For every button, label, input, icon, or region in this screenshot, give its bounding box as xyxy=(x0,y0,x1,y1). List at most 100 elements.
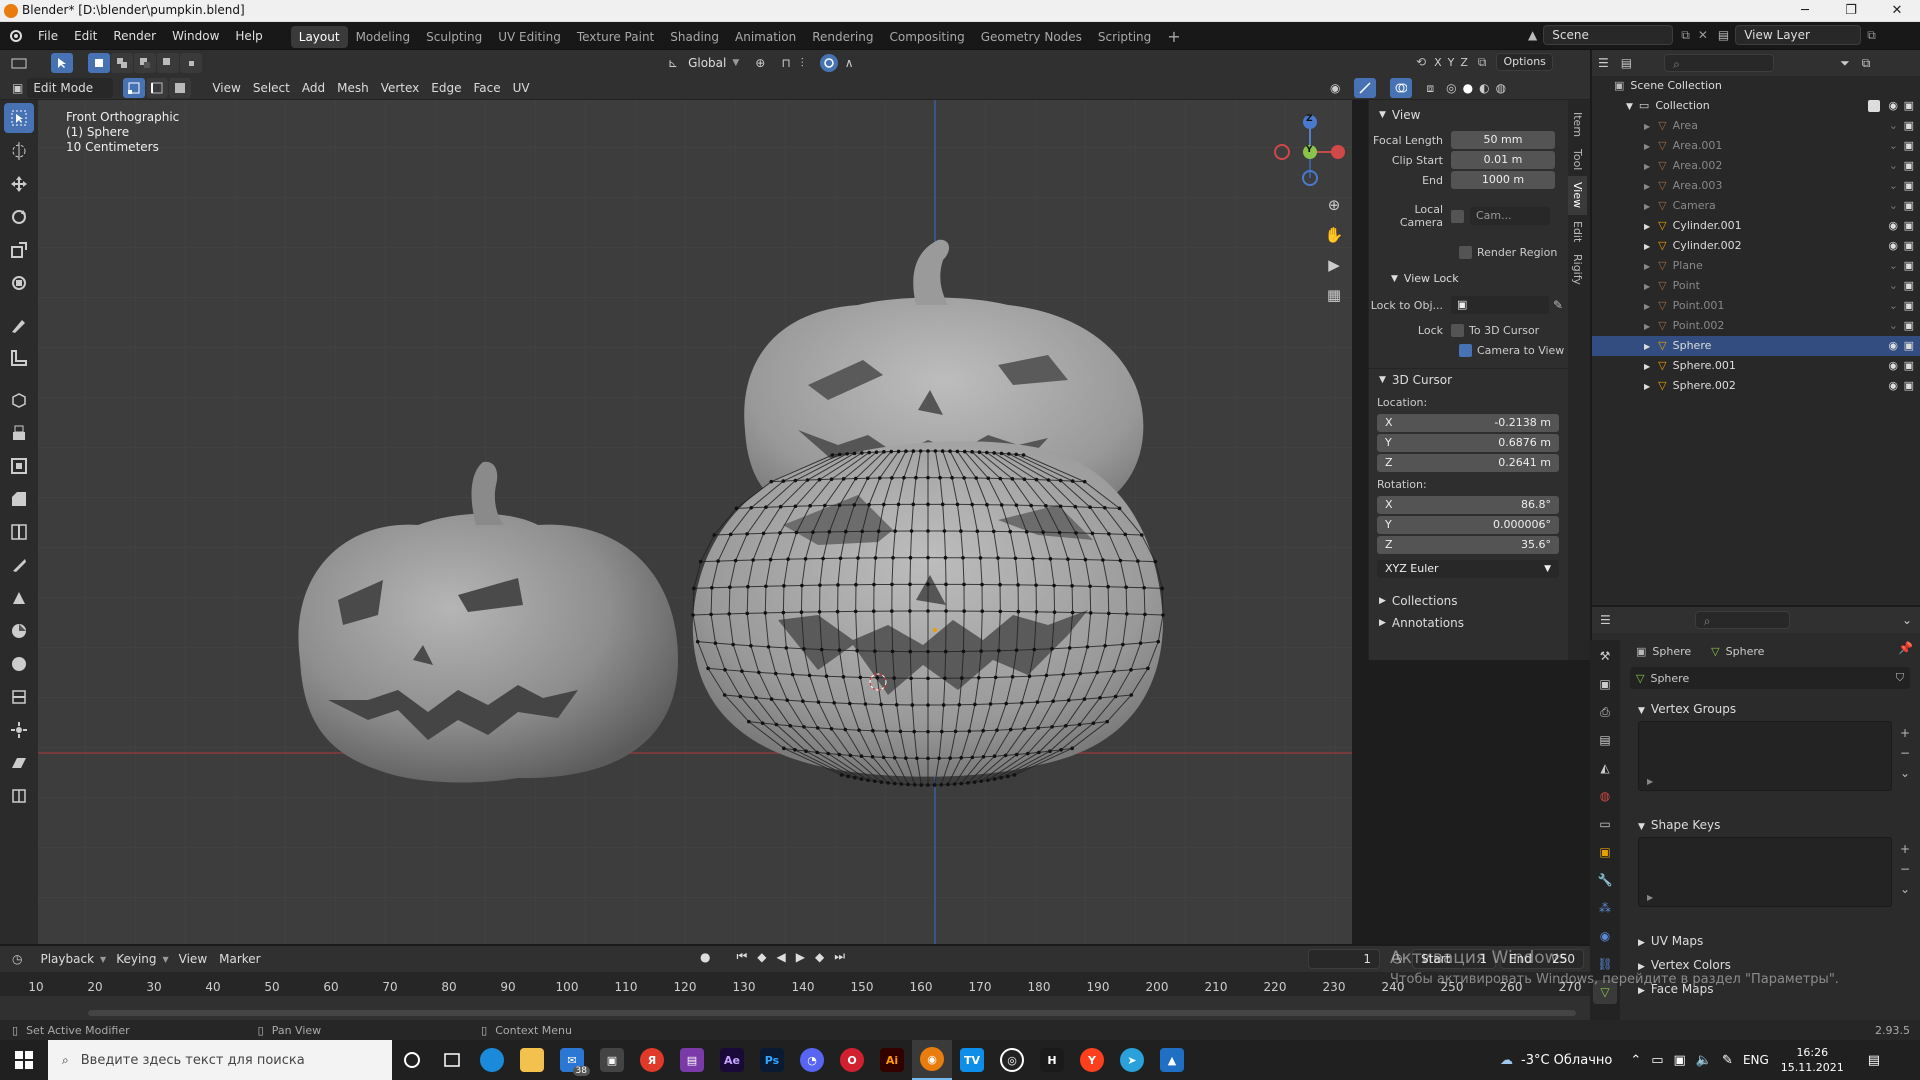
tab-compositing[interactable]: Compositing xyxy=(881,26,972,48)
outliner-item[interactable]: ▶ ▽ Point.002 ⌄ ▣ xyxy=(1592,316,1920,336)
expand-arrow-icon[interactable]: ▶ xyxy=(1644,162,1650,171)
menu-uv[interactable]: UV xyxy=(507,78,536,98)
new-view-layer-icon[interactable]: ⧉ xyxy=(1867,28,1876,43)
photoshop-icon[interactable]: Ps xyxy=(752,1040,792,1080)
expand-arrow-icon[interactable]: ▶ xyxy=(1644,302,1650,311)
face-select-icon[interactable] xyxy=(169,77,192,98)
annotations-panel-header[interactable]: ▶ Annotations xyxy=(1369,612,1568,634)
tab-shading[interactable]: Shading xyxy=(662,26,727,48)
menu-select[interactable]: Select xyxy=(247,78,296,98)
discord-icon[interactable]: ◔ xyxy=(792,1040,832,1080)
render-camera-icon[interactable]: ▣ xyxy=(1904,276,1914,296)
menu-add[interactable]: Add xyxy=(296,78,331,98)
render-camera-icon[interactable]: ▣ xyxy=(1904,236,1914,256)
outliner-item[interactable]: ▶ ▽ Area.002 ⌄ ▣ xyxy=(1592,156,1920,176)
render-camera-icon[interactable]: ▣ xyxy=(1904,316,1914,336)
timeline-scrollbar[interactable] xyxy=(88,1010,1576,1016)
tab-rigify[interactable]: Rigify xyxy=(1568,248,1587,291)
teamviewer-icon[interactable]: TV xyxy=(952,1040,992,1080)
after-effects-icon[interactable]: Ae xyxy=(712,1040,752,1080)
clock[interactable]: 16:26 15.11.2021 xyxy=(1781,1045,1844,1075)
expand-arrow-icon[interactable]: ▶ xyxy=(1644,382,1650,391)
tab-modeling[interactable]: Modeling xyxy=(348,26,419,48)
tab-uv-editing[interactable]: UV Editing xyxy=(490,26,569,48)
render-camera-icon[interactable]: ▣ xyxy=(1904,216,1914,236)
render-camera-icon[interactable]: ▣ xyxy=(1904,296,1914,316)
local-camera-field[interactable]: Cam... xyxy=(1470,207,1550,225)
tab-rendering[interactable]: Rendering xyxy=(804,26,881,48)
render-camera-icon[interactable]: ▣ xyxy=(1904,136,1914,156)
proportional-editing-icon[interactable] xyxy=(819,54,838,72)
tab-item[interactable]: Item xyxy=(1568,106,1587,143)
tab-edit[interactable]: Edit xyxy=(1568,215,1587,248)
menu-file[interactable]: File xyxy=(30,22,66,50)
ortho-grid-icon[interactable]: ▦ xyxy=(1322,286,1346,316)
outliner-search-input[interactable]: ⌕ xyxy=(1664,54,1775,72)
collection-checkbox[interactable] xyxy=(1868,100,1880,112)
visibility-eye-icon[interactable]: ⌄ xyxy=(1889,276,1898,296)
select-tool-icon[interactable] xyxy=(4,103,34,133)
outliner-item[interactable]: ▶ ▽ Sphere ◉ ▣ xyxy=(1592,336,1920,356)
outliner-item[interactable]: ▶ ▽ Camera ⌄ ▣ xyxy=(1592,196,1920,216)
cursor-rotation-x[interactable]: X 86.8° xyxy=(1377,496,1559,514)
fake-user-shield-icon[interactable]: ⛉ xyxy=(1896,671,1904,685)
render-camera-icon[interactable]: ▣ xyxy=(1904,116,1914,136)
jump-end-icon[interactable]: ⏭ xyxy=(834,949,845,964)
expand-arrow-icon[interactable]: ▶ xyxy=(1644,202,1650,211)
tab-geometry-nodes[interactable]: Geometry Nodes xyxy=(973,26,1090,48)
eyedropper-icon[interactable]: ✎ xyxy=(1553,298,1563,312)
outliner-item[interactable]: ▶ ▽ Plane ⌄ ▣ xyxy=(1592,256,1920,276)
render-camera-icon[interactable]: ▣ xyxy=(1904,196,1914,216)
menu-face[interactable]: Face xyxy=(467,78,506,98)
keying-menu[interactable]: Keying xyxy=(110,949,162,969)
delete-scene-icon[interactable]: ✕ xyxy=(1698,28,1708,42)
visibility-eye-icon[interactable]: ⌄ xyxy=(1889,116,1898,136)
tab-view[interactable]: View xyxy=(1568,176,1587,215)
add-vertex-group-icon[interactable]: + xyxy=(1900,723,1910,743)
cursor-location-y[interactable]: Y 0.6876 m xyxy=(1377,434,1559,452)
viewport-canvas[interactable] xyxy=(38,100,1352,944)
add-workspace-button[interactable]: + xyxy=(1159,26,1188,48)
menu-edit[interactable]: Edit xyxy=(66,22,105,50)
visibility-eye-icon[interactable]: ⌄ xyxy=(1889,136,1898,156)
tab-texture-paint[interactable]: Texture Paint xyxy=(569,26,662,48)
opera-icon[interactable]: O xyxy=(832,1040,872,1080)
telegram-icon[interactable]: ➤ xyxy=(1112,1040,1152,1080)
render-camera-icon[interactable]: ▣ xyxy=(1904,356,1914,376)
outliner-editor-type-icon[interactable]: ☰ xyxy=(1598,56,1609,70)
add-cube-tool-icon[interactable] xyxy=(4,385,34,415)
pen-icon[interactable]: ✎ xyxy=(1722,1053,1733,1068)
bevel-tool-icon[interactable] xyxy=(4,484,34,514)
extrude-tool-icon[interactable] xyxy=(4,418,34,448)
menu-help[interactable]: Help xyxy=(227,22,270,50)
tab-scripting[interactable]: Scripting xyxy=(1090,26,1159,48)
weather-text[interactable]: -3°C Облачно xyxy=(1521,1053,1612,1068)
visibility-eye-icon[interactable]: ⌄ xyxy=(1889,296,1898,316)
clip-end-field[interactable]: 1000 m xyxy=(1451,171,1555,189)
menu-edge[interactable]: Edge xyxy=(425,78,467,98)
marker-menu[interactable]: Marker xyxy=(213,949,266,969)
properties-search-input[interactable]: ⌕ xyxy=(1694,611,1790,629)
filter-icon[interactable]: ⏷ xyxy=(1840,56,1850,71)
local-camera-checkbox[interactable] xyxy=(1451,209,1464,223)
visibility-eye-icon[interactable]: ⌄ xyxy=(1889,256,1898,276)
menu-view[interactable]: View xyxy=(206,78,246,98)
display-mode-icon[interactable]: ▤ xyxy=(1621,56,1632,70)
focal-length-field[interactable]: 50 mm xyxy=(1451,131,1555,149)
edge-select-icon[interactable] xyxy=(146,77,169,98)
visibility-icon[interactable]: ◉ xyxy=(1330,81,1340,95)
hd-app-icon[interactable]: H xyxy=(1032,1040,1072,1080)
expand-arrow-icon[interactable]: ▶ xyxy=(1644,282,1650,291)
lock-3d-cursor-checkbox[interactable] xyxy=(1451,323,1464,337)
shear-tool-icon[interactable] xyxy=(4,748,34,778)
scene-selector[interactable]: Scene xyxy=(1543,25,1674,45)
mode-dropdown[interactable]: Edit Mode xyxy=(27,77,114,98)
measure-tool-icon[interactable] xyxy=(4,343,34,373)
view-panel-header[interactable]: ▼ View xyxy=(1369,104,1568,126)
modifier-properties-icon[interactable]: 🔧 xyxy=(1593,868,1617,892)
language-indicator[interactable]: ENG xyxy=(1743,1053,1769,1067)
visibility-eye-icon[interactable]: ⌄ xyxy=(1889,316,1898,336)
rotate-tool-icon[interactable] xyxy=(4,202,34,232)
uv-maps-header[interactable]: ▶ UV Maps xyxy=(1626,929,1916,953)
expand-arrow-icon[interactable]: ▶ xyxy=(1644,222,1650,231)
